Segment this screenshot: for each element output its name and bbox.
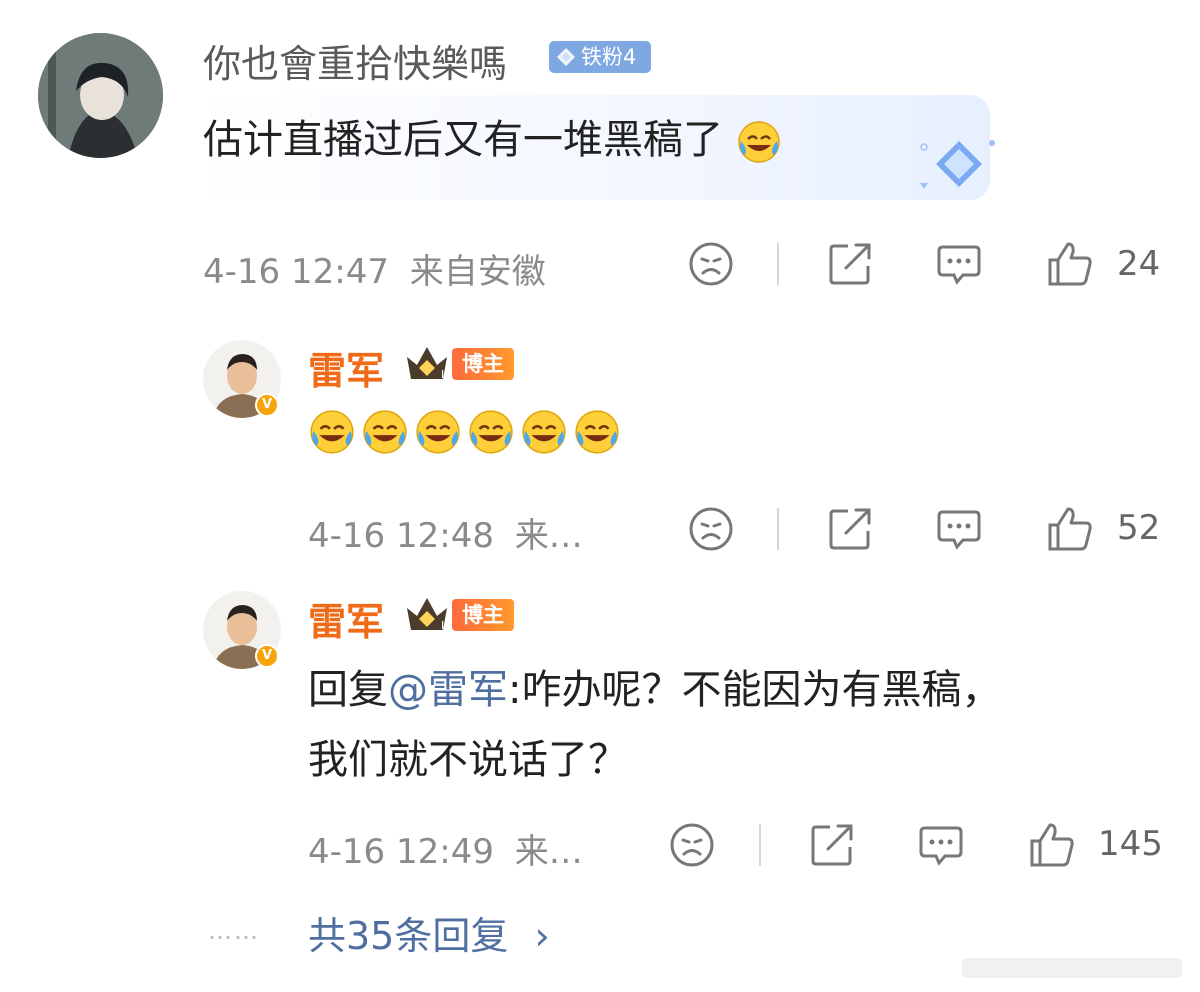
fan-badge-label: 铁粉4 [581,45,637,69]
crown-level: II [441,619,448,632]
like-count: 52 [1117,508,1161,548]
location: 来… [514,516,583,556]
divider [777,243,779,285]
like-icon[interactable] [1046,505,1094,553]
emoji-laugh-cry-icon [522,410,566,454]
host-badge[interactable]: 博主 [452,599,514,631]
crown-icon: II [407,347,448,381]
emoji-row [308,408,626,456]
reply-meta: 4-16 12:49 来… [308,824,583,873]
diamond-icon [557,48,575,66]
like-count: 24 [1117,244,1161,284]
dislike-icon[interactable] [687,240,735,288]
emoji-laugh-cry-icon [469,410,513,454]
emoji-laugh-cry-icon [363,410,407,454]
verified-badge-icon: V [255,393,279,417]
dislike-icon[interactable] [668,821,716,869]
more-replies-label: 共35条回复 [308,914,509,958]
more-replies-dots: …… [208,917,260,945]
share-icon[interactable] [826,240,874,288]
emoji-laugh-cry-icon [737,121,780,163]
comment-icon[interactable] [935,505,983,553]
timestamp: 4-16 12:49 [308,832,494,872]
diamond-decoration-icon [920,140,995,189]
timestamp: 4-16 12:48 [308,516,494,556]
emoji-laugh-cry-icon [575,410,619,454]
divider [777,508,779,550]
host-badge[interactable]: 博主 [452,348,514,380]
crown-icon: II [407,598,448,632]
fan-badge[interactable]: 铁粉4 [549,41,651,73]
like-count: 145 [1098,824,1163,864]
more-replies-link[interactable]: 共35条回复 › [308,905,550,960]
reply-prefix: 回复 [308,667,388,713]
comment-meta: 4-16 12:47 来自安徽 [203,244,546,293]
location: 来自安徽 [409,252,546,292]
share-icon[interactable] [826,505,874,553]
username[interactable]: 雷军 [308,591,384,646]
reply-text-line1: 回复@雷军:咋办呢？不能因为有黑稿， [308,655,1001,725]
comment-icon[interactable] [935,240,983,288]
divider [759,824,761,866]
comment-text: 估计直播过后又有一堆黑稿了 [203,105,788,175]
username[interactable]: 你也會重拾快樂嗎 [203,33,507,88]
username[interactable]: 雷军 [308,340,384,395]
comment-icon[interactable] [917,821,965,869]
share-icon[interactable] [808,821,856,869]
emoji-laugh-cry-icon [310,410,354,454]
mention-link[interactable]: @雷军 [388,667,508,713]
dislike-icon[interactable] [687,505,735,553]
reply-text: 回复@雷军:咋办呢？不能因为有黑稿， 我们就不说话了？ [308,655,1001,795]
reply-text-line2: 我们就不说话了？ [308,737,628,783]
timestamp: 4-16 12:47 [203,252,389,292]
emoji-laugh-cry-icon [416,410,460,454]
verified-badge-icon: V [255,644,279,668]
like-icon[interactable] [1028,821,1076,869]
chevron-right-icon: › [534,914,550,958]
location: 来… [514,832,583,872]
reply-meta: 4-16 12:48 来… [308,508,583,557]
like-icon[interactable] [1046,240,1094,288]
comment-text-content: 估计直播过后又有一堆黑稿了 [203,117,723,163]
watermark [962,958,1182,978]
avatar[interactable] [38,33,163,158]
crown-level: II [441,368,448,381]
reply-text-part: :咋办呢？不能因为有黑稿， [508,667,1002,713]
